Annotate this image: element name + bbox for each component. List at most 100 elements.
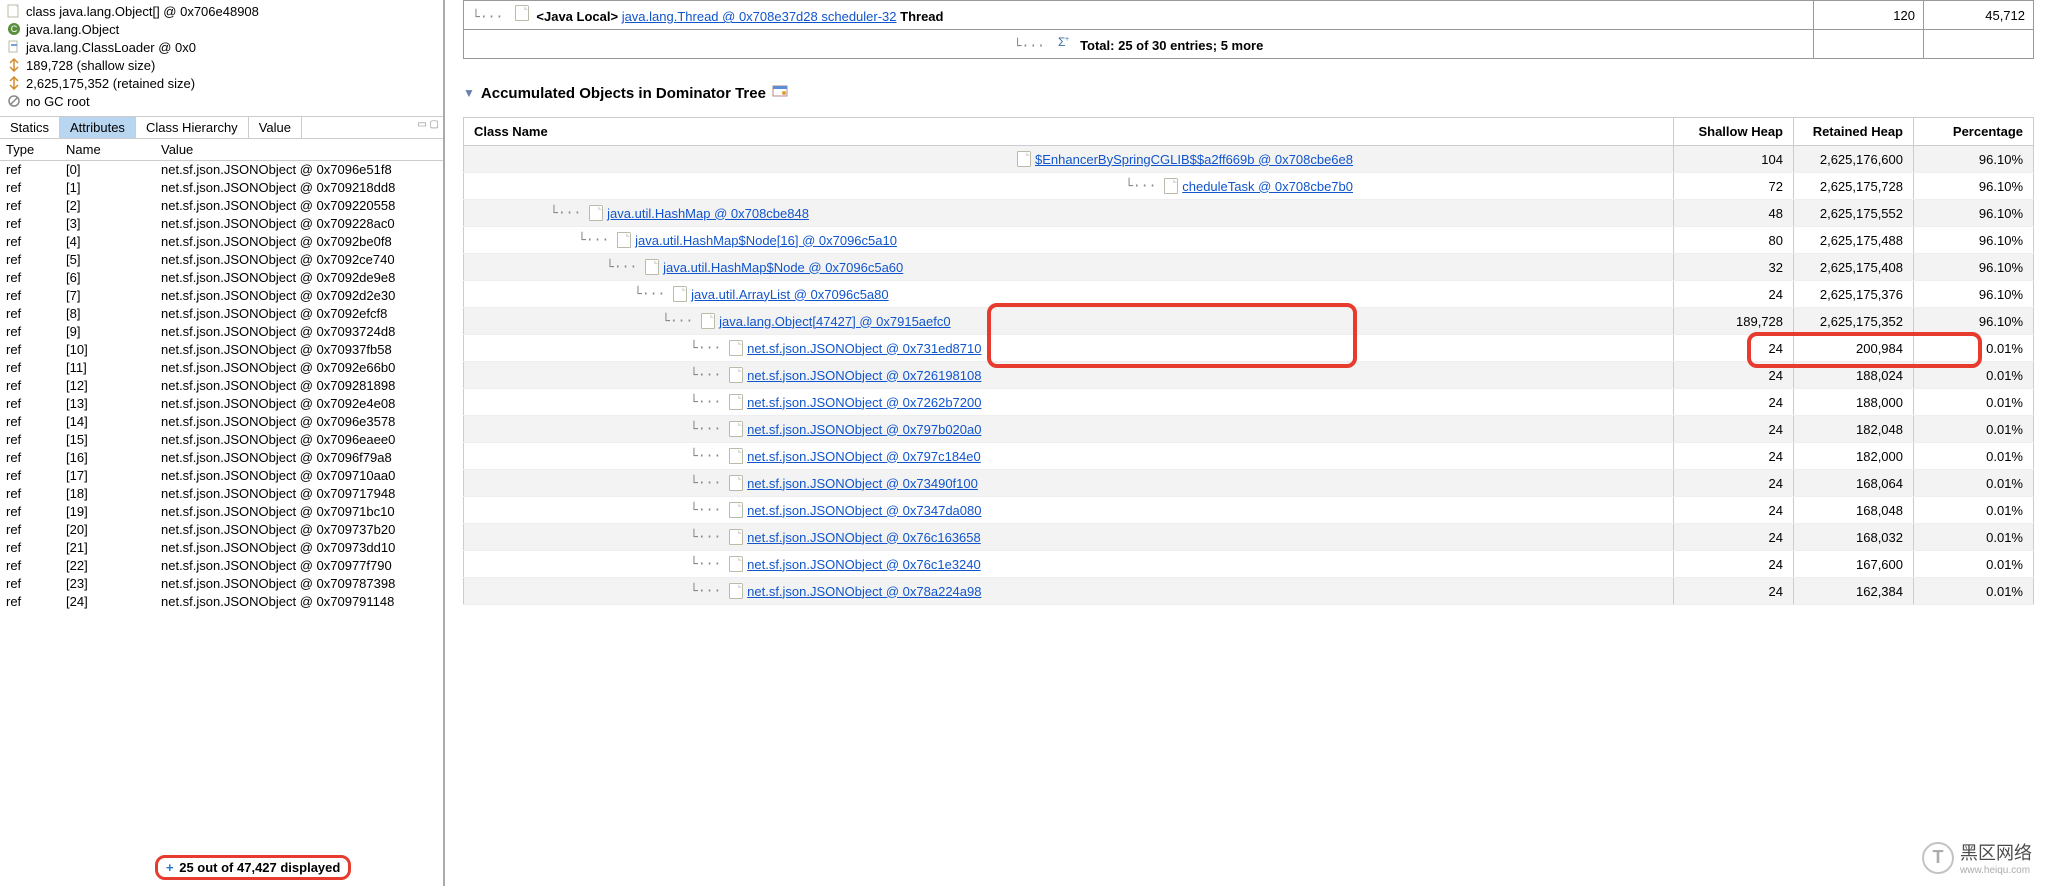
object-link[interactable]: net.sf.json.JSONObject @ 0x731ed8710 xyxy=(747,341,981,356)
attribute-row[interactable]: ref[17]net.sf.json.JSONObject @ 0x709710… xyxy=(0,467,443,485)
attr-type: ref xyxy=(6,287,66,305)
col-value[interactable]: Value xyxy=(155,139,443,160)
dominator-row[interactable]: └··· cheduleTask @ 0x708cbe7b0722,625,17… xyxy=(464,173,2034,200)
object-link[interactable]: $EnhancerBySpringCGLIB$$a2ff669b @ 0x708… xyxy=(1035,152,1353,167)
dominator-row[interactable]: └··· java.util.HashMap @ 0x708cbe848482,… xyxy=(464,200,2034,227)
dominator-row[interactable]: └··· java.util.HashMap$Node @ 0x7096c5a6… xyxy=(464,254,2034,281)
attribute-row[interactable]: ref[21]net.sf.json.JSONObject @ 0x70973d… xyxy=(0,539,443,557)
watermark: T 黑区网络 www.heiqu.com xyxy=(1922,839,2032,876)
object-link[interactable]: net.sf.json.JSONObject @ 0x78a224a98 xyxy=(747,584,981,599)
attribute-row[interactable]: ref[5]net.sf.json.JSONObject @ 0x7092ce7… xyxy=(0,251,443,269)
retained-cell: 2,625,175,376 xyxy=(1794,281,1914,308)
section-title[interactable]: ▼ Accumulated Objects in Dominator Tree xyxy=(463,83,2034,103)
pane-controls-icon[interactable]: ▭ ▢ xyxy=(417,119,439,130)
dominator-row[interactable]: └··· net.sf.json.JSONObject @ 0x797b020a… xyxy=(464,416,2034,443)
col-pct[interactable]: Percentage xyxy=(1914,118,2034,146)
classloader-label: java.lang.ClassLoader @ 0x0 xyxy=(26,40,196,55)
attribute-row[interactable]: ref[3]net.sf.json.JSONObject @ 0x709228a… xyxy=(0,215,443,233)
attr-name: [16] xyxy=(66,449,161,467)
dominator-row[interactable]: └··· java.lang.Object[47427] @ 0x7915aef… xyxy=(464,308,2034,335)
attr-type: ref xyxy=(6,161,66,179)
object-link[interactable]: net.sf.json.JSONObject @ 0x76c1e3240 xyxy=(747,557,981,572)
col-shallow[interactable]: Shallow Heap xyxy=(1674,118,1794,146)
dominator-row[interactable]: └··· net.sf.json.JSONObject @ 0x7347da08… xyxy=(464,497,2034,524)
attribute-row[interactable]: ref[19]net.sf.json.JSONObject @ 0x70971b… xyxy=(0,503,443,521)
dominator-row[interactable]: └··· net.sf.json.JSONObject @ 0x731ed871… xyxy=(464,335,2034,362)
attribute-row[interactable]: ref[0]net.sf.json.JSONObject @ 0x7096e51… xyxy=(0,161,443,179)
attribute-row[interactable]: ref[11]net.sf.json.JSONObject @ 0x7092e6… xyxy=(0,359,443,377)
object-link[interactable]: net.sf.json.JSONObject @ 0x726198108 xyxy=(747,368,981,383)
attribute-row[interactable]: ref[9]net.sf.json.JSONObject @ 0x7093724… xyxy=(0,323,443,341)
object-link[interactable]: cheduleTask @ 0x708cbe7b0 xyxy=(1182,179,1353,194)
dominator-row[interactable]: └··· net.sf.json.JSONObject @ 0x72619810… xyxy=(464,362,2034,389)
inspector-pane: class java.lang.Object[] @ 0x706e48908 C… xyxy=(0,0,445,886)
col-name[interactable]: Name xyxy=(60,139,155,160)
dominator-row[interactable]: └··· net.sf.json.JSONObject @ 0x78a224a9… xyxy=(464,578,2034,605)
displayed-count-box[interactable]: + 25 out of 47,427 displayed xyxy=(155,855,351,880)
col-retained[interactable]: Retained Heap xyxy=(1794,118,1914,146)
attr-value: net.sf.json.JSONObject @ 0x709710aa0 xyxy=(161,467,437,485)
attribute-row[interactable]: ref[15]net.sf.json.JSONObject @ 0x7096ea… xyxy=(0,431,443,449)
object-link[interactable]: java.util.HashMap @ 0x708cbe848 xyxy=(607,206,809,221)
attr-type: ref xyxy=(6,539,66,557)
table-row[interactable]: └··· Σ+ Total: 25 of 30 entries; 5 more xyxy=(464,30,2034,59)
file-icon xyxy=(617,232,631,248)
attr-name: [13] xyxy=(66,395,161,413)
attribute-row[interactable]: ref[23]net.sf.json.JSONObject @ 0x709787… xyxy=(0,575,443,593)
shallow-cell: 24 xyxy=(1674,578,1794,605)
attribute-row[interactable]: ref[10]net.sf.json.JSONObject @ 0x70937f… xyxy=(0,341,443,359)
attribute-row[interactable]: ref[22]net.sf.json.JSONObject @ 0x70977f… xyxy=(0,557,443,575)
attribute-row[interactable]: ref[4]net.sf.json.JSONObject @ 0x7092be0… xyxy=(0,233,443,251)
attr-value: net.sf.json.JSONObject @ 0x7092efcf8 xyxy=(161,305,437,323)
attr-name: [1] xyxy=(66,179,161,197)
tab-statics[interactable]: Statics xyxy=(0,117,60,138)
attribute-row[interactable]: ref[20]net.sf.json.JSONObject @ 0x709737… xyxy=(0,521,443,539)
object-link[interactable]: java.util.HashMap$Node[16] @ 0x7096c5a10 xyxy=(635,233,897,248)
shallow-cell: 24 xyxy=(1674,281,1794,308)
file-icon xyxy=(1017,151,1031,167)
dominator-row[interactable]: └··· net.sf.json.JSONObject @ 0x76c16365… xyxy=(464,524,2034,551)
attribute-row[interactable]: ref[13]net.sf.json.JSONObject @ 0x7092e4… xyxy=(0,395,443,413)
object-link[interactable]: net.sf.json.JSONObject @ 0x76c163658 xyxy=(747,530,981,545)
object-link[interactable]: net.sf.json.JSONObject @ 0x7262b7200 xyxy=(747,395,981,410)
dominator-row[interactable]: └··· java.util.HashMap$Node[16] @ 0x7096… xyxy=(464,227,2034,254)
retained-cell: 168,048 xyxy=(1794,497,1914,524)
attr-value: net.sf.json.JSONObject @ 0x7096e51f8 xyxy=(161,161,437,179)
attribute-row[interactable]: ref[1]net.sf.json.JSONObject @ 0x709218d… xyxy=(0,179,443,197)
attribute-row[interactable]: ref[6]net.sf.json.JSONObject @ 0x7092de9… xyxy=(0,269,443,287)
attribute-row[interactable]: ref[16]net.sf.json.JSONObject @ 0x7096f7… xyxy=(0,449,443,467)
object-link[interactable]: java.util.ArrayList @ 0x7096c5a80 xyxy=(691,287,888,302)
dominator-row[interactable]: └··· net.sf.json.JSONObject @ 0x7262b720… xyxy=(464,389,2034,416)
attribute-row[interactable]: ref[12]net.sf.json.JSONObject @ 0x709281… xyxy=(0,377,443,395)
object-link[interactable]: net.sf.json.JSONObject @ 0x797b020a0 xyxy=(747,422,981,437)
object-link[interactable]: net.sf.json.JSONObject @ 0x7347da080 xyxy=(747,503,981,518)
action-icon[interactable] xyxy=(772,83,788,103)
file-icon xyxy=(729,448,743,464)
attribute-row[interactable]: ref[2]net.sf.json.JSONObject @ 0x7092205… xyxy=(0,197,443,215)
attribute-row[interactable]: ref[7]net.sf.json.JSONObject @ 0x7092d2e… xyxy=(0,287,443,305)
attr-name: [23] xyxy=(66,575,161,593)
collapse-icon[interactable]: ▼ xyxy=(463,86,475,100)
thread-link[interactable]: java.lang.Thread @ 0x708e37d28 scheduler… xyxy=(622,9,897,24)
dominator-row[interactable]: └··· java.util.ArrayList @ 0x7096c5a8024… xyxy=(464,281,2034,308)
table-row[interactable]: └··· <Java Local> java.lang.Thread @ 0x7… xyxy=(464,1,2034,30)
tab-class-hierarchy[interactable]: Class Hierarchy xyxy=(136,117,249,138)
object-link[interactable]: net.sf.json.JSONObject @ 0x73490f100 xyxy=(747,476,978,491)
shallow-cell: 24 xyxy=(1674,551,1794,578)
attr-value: net.sf.json.JSONObject @ 0x70977f790 xyxy=(161,557,437,575)
dominator-row[interactable]: └··· net.sf.json.JSONObject @ 0x73490f10… xyxy=(464,470,2034,497)
col-class-name[interactable]: Class Name xyxy=(464,118,1674,146)
col-type[interactable]: Type xyxy=(0,139,60,160)
object-link[interactable]: java.lang.Object[47427] @ 0x7915aefc0 xyxy=(719,314,950,329)
tab-value[interactable]: Value xyxy=(249,117,302,138)
object-link[interactable]: java.util.HashMap$Node @ 0x7096c5a60 xyxy=(663,260,903,275)
attribute-row[interactable]: ref[24]net.sf.json.JSONObject @ 0x709791… xyxy=(0,593,443,611)
attribute-row[interactable]: ref[8]net.sf.json.JSONObject @ 0x7092efc… xyxy=(0,305,443,323)
attribute-row[interactable]: ref[14]net.sf.json.JSONObject @ 0x7096e3… xyxy=(0,413,443,431)
tab-attributes[interactable]: Attributes xyxy=(60,117,136,138)
dominator-row[interactable]: └··· net.sf.json.JSONObject @ 0x797c184e… xyxy=(464,443,2034,470)
dominator-row[interactable]: $EnhancerBySpringCGLIB$$a2ff669b @ 0x708… xyxy=(464,146,2034,173)
attribute-row[interactable]: ref[18]net.sf.json.JSONObject @ 0x709717… xyxy=(0,485,443,503)
object-link[interactable]: net.sf.json.JSONObject @ 0x797c184e0 xyxy=(747,449,981,464)
dominator-row[interactable]: └··· net.sf.json.JSONObject @ 0x76c1e324… xyxy=(464,551,2034,578)
